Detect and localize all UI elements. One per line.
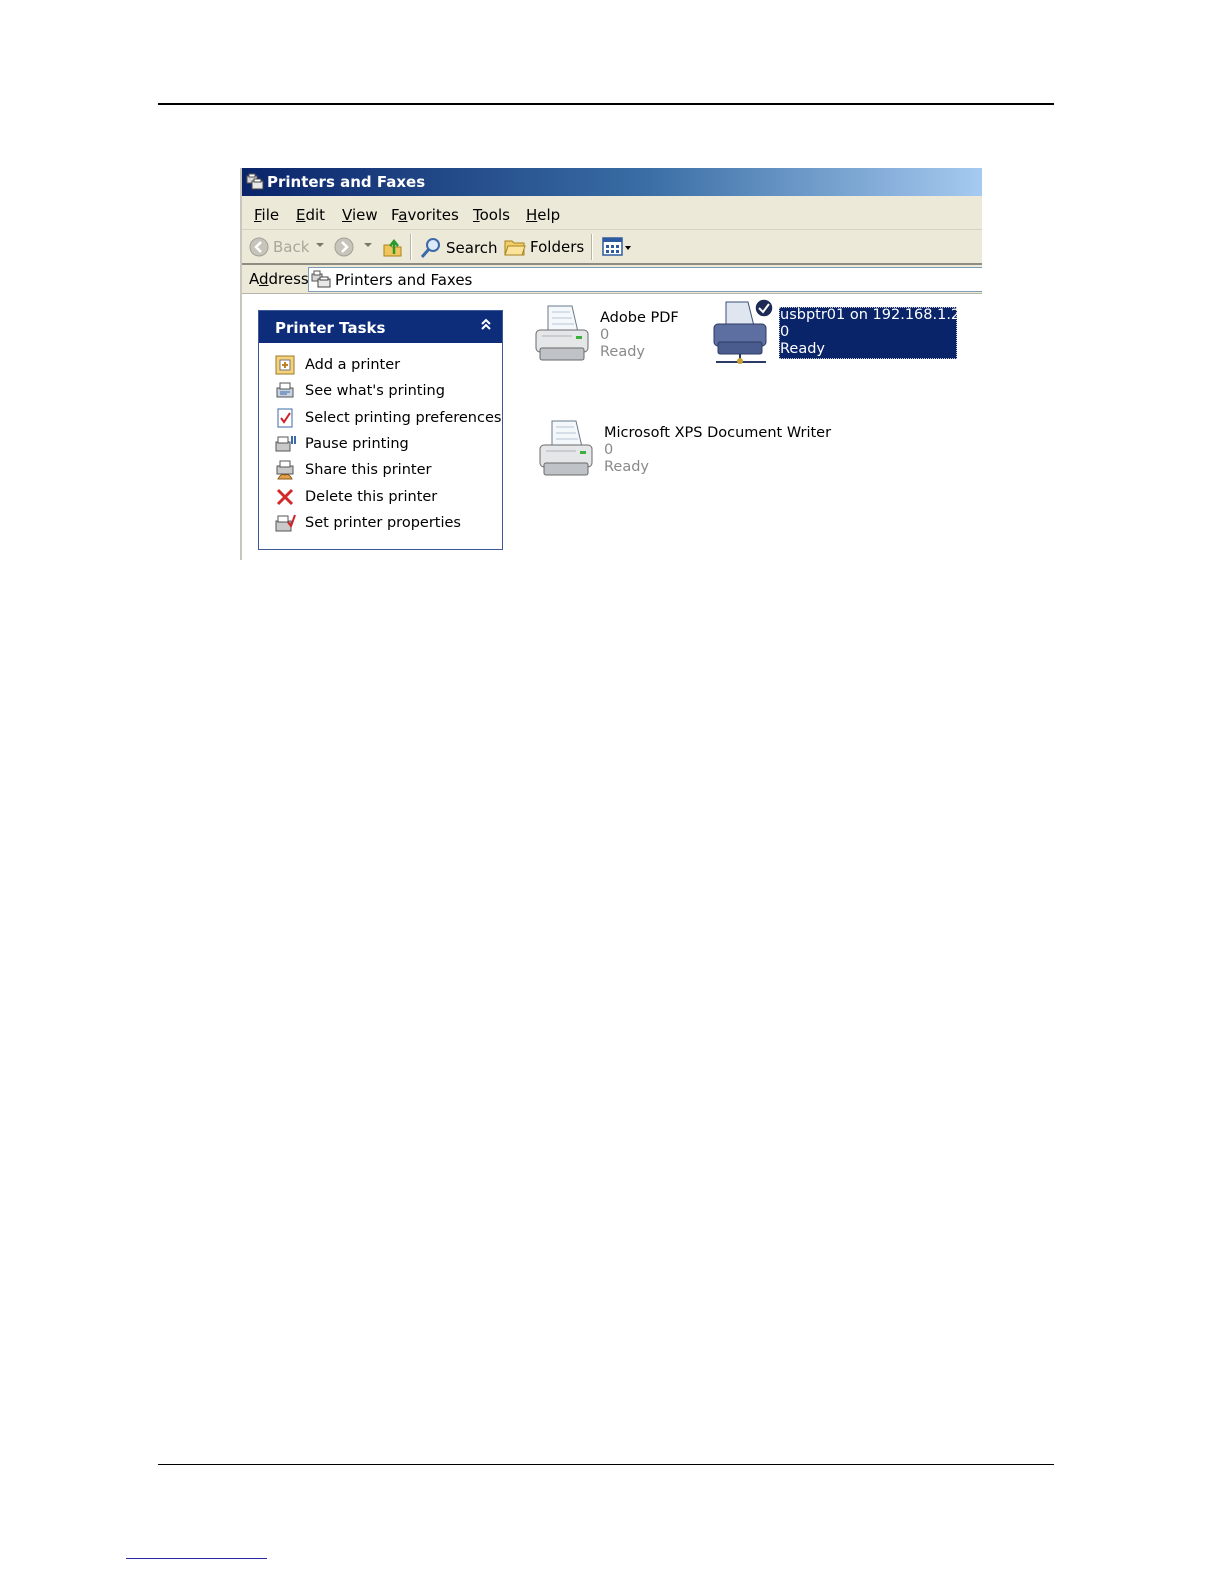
printer-jobs-count: 0 [600,327,610,343]
footer-link-underline [126,1558,267,1559]
task-share-printer[interactable]: Share this printer [273,459,431,481]
menu-view[interactable]: View [342,206,378,224]
printer-properties-icon [273,512,297,534]
back-history-dropdown[interactable] [316,243,324,247]
task-delete-printer[interactable]: Delete this printer [273,486,437,508]
preferences-icon [273,407,297,429]
standard-toolbar: Back Search Folders [242,230,982,265]
printer-jobs-count: 0 [780,324,790,340]
views-button[interactable] [602,237,632,257]
task-set-printer-properties[interactable]: Set printer properties [273,512,461,534]
menu-bar: File Edit View Favorites Tools Help [242,196,982,230]
folders-icon [504,240,526,256]
address-label: Address [249,270,309,288]
menu-file[interactable]: File [254,206,279,224]
printer-tasks-header[interactable]: Printer Tasks [259,311,502,343]
printer-name: Microsoft XPS Document Writer [604,425,832,441]
printer-name: Adobe PDF [600,310,679,326]
toolbar-separator [591,234,593,260]
forward-history-dropdown[interactable] [364,243,372,247]
printers-folder-icon [246,173,264,195]
printer-status: Ready [600,344,646,360]
printer-tasks-panel: Printer Tasks Add a printer See what's p… [258,310,503,550]
task-add-printer[interactable]: Add a printer [273,354,400,376]
menu-favorites[interactable]: Favorites [391,206,459,224]
views-icon [602,237,631,256]
printers-folder-icon [311,270,331,292]
task-see-whats-printing[interactable]: See what's printing [273,380,445,402]
print-queue-icon [273,380,297,402]
task-pause-printing[interactable]: Pause printing [273,433,409,455]
printer-icon [539,420,593,476]
search-button[interactable]: Search [420,237,498,259]
address-input[interactable]: Printers and Faxes [308,267,982,292]
menu-help[interactable]: Help [526,206,560,224]
pause-printer-icon [273,433,297,455]
forward-button[interactable] [334,237,354,257]
menu-edit[interactable]: Edit [296,206,325,224]
printer-tasks-title: Printer Tasks [275,319,386,337]
back-arrow-icon [249,237,269,257]
share-printer-icon [273,459,297,481]
task-select-printing-preferences[interactable]: Select printing preferences [273,407,501,429]
printer-item[interactable]: Adobe PDF 0 Ready [532,302,732,372]
page-header-rule [158,103,1054,105]
back-button[interactable]: Back [249,237,309,257]
search-icon [420,238,440,258]
printer-item-selected[interactable]: usbptr01 on 192.168.1.234 0 Ready [710,298,979,370]
printer-name: usbptr01 on 192.168.1.234 [780,307,979,323]
title-bar[interactable]: Printers and Faxes [242,168,982,196]
default-printer-check-icon [754,298,774,318]
folders-button[interactable]: Folders [504,237,584,257]
printer-icon [535,305,589,361]
menu-tools[interactable]: Tools [473,206,510,224]
window-title: Printers and Faxes [267,173,426,191]
forward-arrow-icon [334,237,354,257]
printers-window: Printers and Faxes File Edit View Favori… [240,168,982,560]
add-printer-icon [273,354,297,376]
delete-icon [273,486,297,508]
address-value: Printers and Faxes [335,271,473,289]
up-folder-button[interactable] [382,237,404,259]
printer-jobs-count: 0 [604,442,614,458]
up-folder-icon [383,238,402,257]
collapse-chevron-icon[interactable] [480,318,492,336]
printer-status: Ready [604,459,650,475]
printer-status: Ready [780,341,826,357]
toolbar-separator [410,234,412,260]
page-footer-rule [158,1464,1054,1465]
printer-item[interactable]: Microsoft XPS Document Writer 0 Ready [536,417,831,487]
content-area: Printer Tasks Add a printer See what's p… [242,294,982,560]
address-bar: Address Printers and Faxes [242,265,982,294]
